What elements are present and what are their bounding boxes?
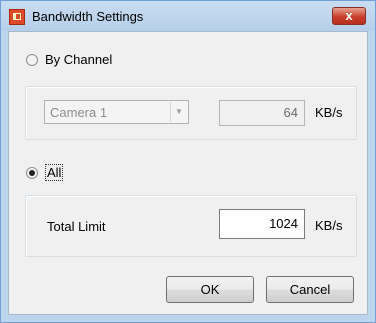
total-unit-label: KB/s	[315, 218, 343, 233]
close-icon: x	[345, 8, 353, 23]
chevron-down-icon[interactable]: ▼	[170, 102, 187, 122]
by-channel-option[interactable]: By Channel	[26, 52, 112, 67]
by-channel-label: By Channel	[45, 52, 113, 67]
by-channel-group: Camera 1 ▼ 64 KB/s	[25, 86, 357, 140]
app-icon	[9, 9, 25, 25]
title-bar[interactable]: Bandwidth Settings x	[1, 1, 375, 31]
cancel-button[interactable]: Cancel	[266, 276, 354, 303]
by-channel-radio[interactable]	[26, 53, 38, 66]
all-radio[interactable]	[26, 166, 38, 179]
close-button[interactable]: x	[332, 7, 366, 25]
bandwidth-settings-dialog: Bandwidth Settings x By Channel Camera 1…	[0, 0, 376, 323]
channel-bandwidth-input[interactable]: 64	[219, 100, 305, 126]
all-group: Total Limit 1024 KB/s	[25, 195, 357, 257]
camera-select-value: Camera 1	[50, 105, 108, 120]
all-label: All	[45, 164, 64, 181]
channel-unit-label: KB/s	[315, 105, 343, 120]
dialog-body: By Channel Camera 1 ▼ 64 KB/s All Total …	[8, 31, 368, 315]
dialog-title: Bandwidth Settings	[32, 9, 144, 24]
ok-button[interactable]: OK	[166, 276, 254, 303]
camera-select[interactable]: Camera 1 ▼	[44, 100, 189, 124]
total-limit-label: Total Limit	[47, 219, 106, 234]
total-limit-input[interactable]: 1024	[219, 209, 305, 239]
all-option[interactable]: All	[26, 164, 64, 181]
